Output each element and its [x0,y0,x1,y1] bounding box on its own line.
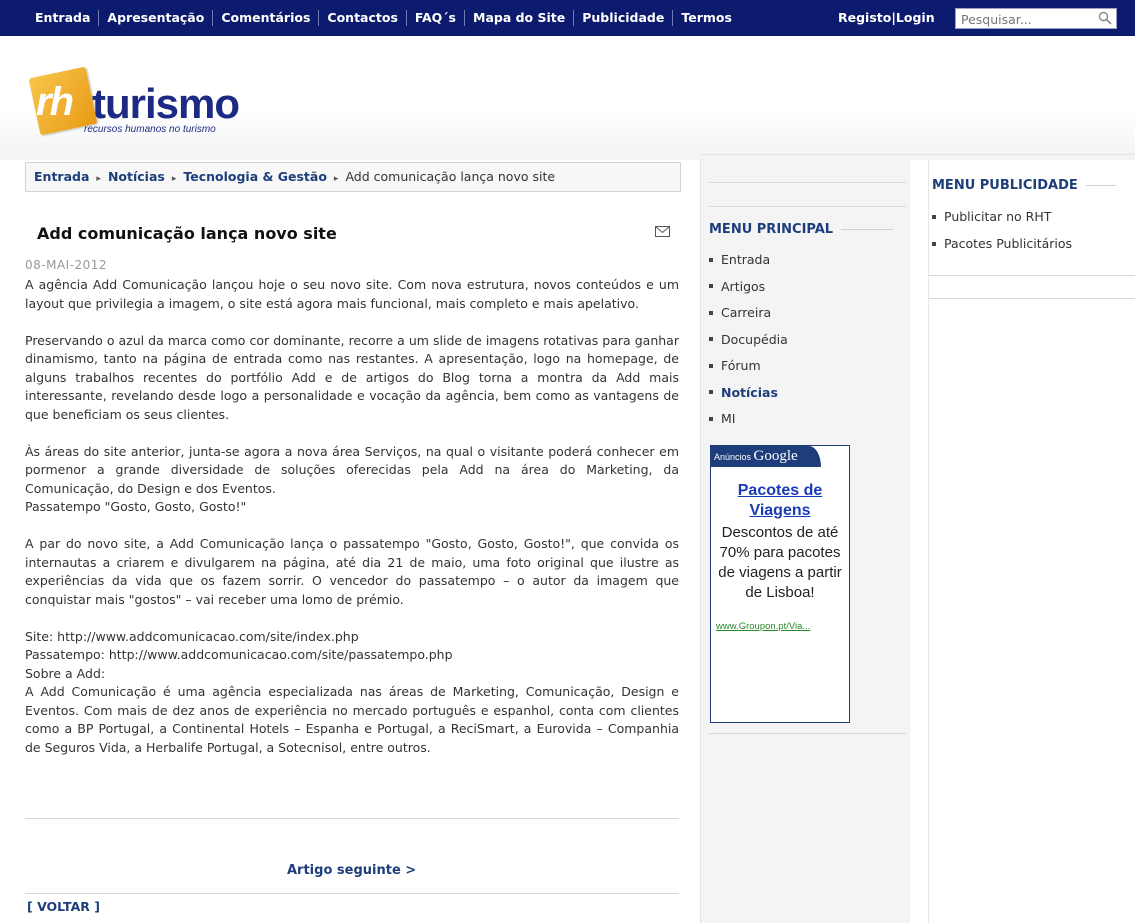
ad-menu-column: MENU PUBLICIDADE Publicitar no RHT Pacot… [928,160,1135,923]
site-header: rh turismo recursos humanos no turismo [0,36,1135,160]
search-input[interactable] [956,10,1091,29]
article-paragraph: Site: http://www.addcomunicacao.com/site… [25,628,359,644]
pub-menu-item-publicitar[interactable]: Publicitar no RHT [932,203,1072,230]
magnifier-icon[interactable] [1097,10,1113,26]
article-paragraph: Passatempo: http://www.addcomunicacao.co… [25,647,453,662]
nav-item-comentarios[interactable]: Comentários [213,10,320,26]
ad-title[interactable]: Pacotes de Viagens [711,481,849,521]
google-ad-box: Anúncios Google Pacotes de Viagens Desco… [710,445,850,723]
breadcrumb-separator: ▸ [171,174,177,184]
next-article-link[interactable]: Artigo seguinte > [287,863,416,878]
main-menu-item-carreira[interactable]: Carreira [709,300,788,327]
article-footer-divider [25,893,679,894]
main-menu-column: MENU PRINCIPAL Entrada Artigos Carreira … [700,160,910,923]
column-divider [708,182,906,183]
column-divider [929,298,1135,299]
pub-menu-item-pacotes[interactable]: Pacotes Publicitários [932,230,1072,257]
register-link[interactable]: Registo [838,10,891,25]
login-link[interactable]: Login [896,10,935,25]
column-divider [929,275,1135,276]
title-rule [1085,185,1116,186]
breadcrumb-separator: ▸ [333,174,339,184]
article-paragraph: A par do novo site, a Add Comunicação la… [25,536,679,607]
breadcrumb-separator: ▸ [96,174,101,184]
article-paragraph: Sobre a Add: [25,665,106,681]
main-menu-list: Entrada Artigos Carreira Docupédia Fórum… [709,247,788,433]
main-menu-item-entrada[interactable]: Entrada [709,247,788,274]
site-logo[interactable]: rh turismo recursos humanos no turismo [28,58,260,148]
breadcrumb-noticias[interactable]: Notícias [108,169,165,184]
auth-links: Registo|Login [838,10,935,26]
nav-item-apresentacao[interactable]: Apresentação [99,10,214,26]
ad-label[interactable]: Anúncios Google [711,446,821,467]
logo-tagline: recursos humanos no turismo [84,124,216,135]
main-menu-item-mi[interactable]: MI [709,406,788,433]
pub-menu-title-text: MENU PUBLICIDADE [932,178,1078,193]
article-title: Add comunicação lança novo site [37,224,337,243]
pub-menu-title: MENU PUBLICIDADE [932,178,1116,193]
title-rule [841,229,894,230]
main-menu-item-noticias[interactable]: Notícias [709,380,788,407]
main-menu-item-docupedia[interactable]: Docupédia [709,327,788,354]
logo-name: turismo [92,80,240,127]
header-divider [700,154,1135,155]
top-nav-menu: Entrada Apresentação Comentários Contact… [27,10,740,26]
logo-mark: rh [36,80,74,124]
article-date: 08-MAI-2012 [25,258,108,272]
nav-item-entrada[interactable]: Entrada [27,10,100,26]
breadcrumb: Entrada ▸ Notícias ▸ Tecnologia & Gestão ▸ Add… [25,162,681,192]
ad-description: Descontos de até 70% para pacotes de via… [718,524,842,601]
ad-url[interactable]: www.Groupon.pt/Via... [716,621,846,632]
column-divider [708,206,906,207]
article-divider [25,818,679,819]
envelope-icon[interactable] [655,226,670,237]
back-link[interactable]: [ VOLTAR ] [27,899,100,914]
article-paragraph: Às áreas do site anterior, junta-se agor… [25,443,679,496]
google-wordmark: Google [753,448,798,464]
article-paragraph: A agência Add Comunicação lançou hoje o … [25,277,679,311]
main-menu-item-artigos[interactable]: Artigos [709,274,788,301]
main-menu-item-forum[interactable]: Fórum [709,353,788,380]
main-menu-title-text: MENU PRINCIPAL [709,222,834,237]
article-paragraph: Preservando o azul da marca como cor dom… [25,332,679,422]
column-divider [708,733,906,734]
nav-item-publicidade[interactable]: Publicidade [574,10,674,26]
breadcrumb-entrada[interactable]: Entrada [34,169,89,184]
article-paragraph: A Add Comunicação é uma agência especial… [25,684,679,755]
breadcrumb-tecnologia-gestao[interactable]: Tecnologia & Gestão [183,169,327,184]
nav-item-faqs[interactable]: FAQ´s [407,10,465,26]
ad-label-prefix: Anúncios [714,452,752,462]
main-menu-title: MENU PRINCIPAL [709,222,894,237]
search-box [955,8,1117,29]
nav-item-mapa-do-site[interactable]: Mapa do Site [465,10,575,26]
top-nav-bar: Entrada Apresentação Comentários Contact… [0,0,1135,36]
breadcrumb-current: Add comunicação lança novo site [345,169,556,184]
nav-item-termos[interactable]: Termos [673,10,740,26]
article-paragraph: Passatempo "Gosto, Gosto, Gosto!" [25,499,247,514]
pub-menu-list: Publicitar no RHT Pacotes Publicitários [932,203,1072,257]
nav-item-contactos[interactable]: Contactos [319,10,407,26]
article-body: A agência Add Comunicação lançou hoje o … [25,276,679,757]
